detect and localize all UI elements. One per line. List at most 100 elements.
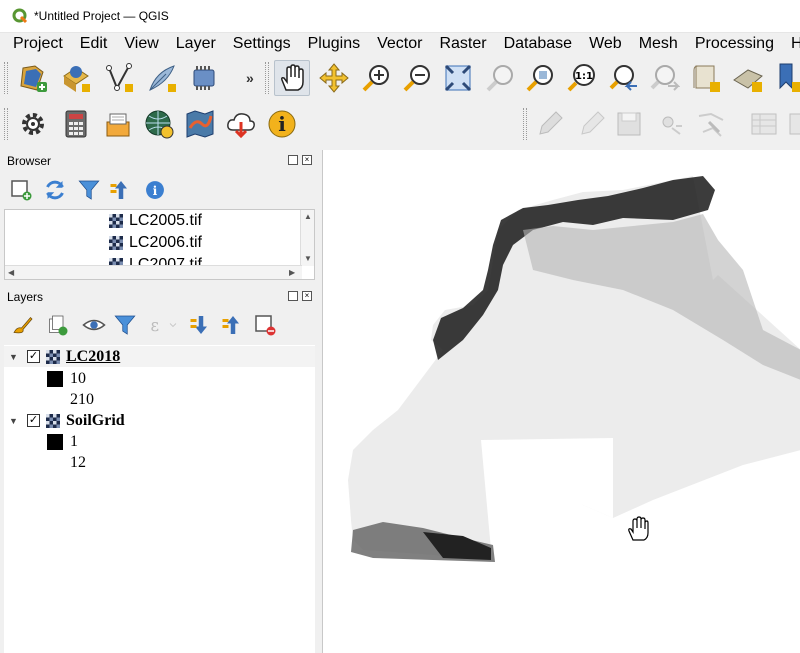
browser-vertical-scrollbar[interactable]: ▲ ▼	[300, 210, 314, 266]
map-plugin-button[interactable]	[182, 106, 218, 142]
scroll-left-icon[interactable]: ◀	[8, 268, 14, 277]
chevron-down-icon[interactable]: ▼	[9, 416, 19, 426]
pan-tool-button[interactable]	[274, 60, 310, 96]
layers-toolbar: ε	[0, 308, 320, 344]
download-plugin-button[interactable]	[223, 106, 259, 142]
filter-legend-button[interactable]	[110, 310, 140, 340]
scroll-right-icon[interactable]: ▶	[289, 268, 295, 277]
raster-calculator-button[interactable]	[58, 106, 94, 142]
menu-raster[interactable]: Raster	[430, 34, 494, 54]
browser-item[interactable]: LC2005.tif	[109, 210, 202, 231]
stack-plugin-button[interactable]	[100, 106, 136, 142]
zoom-in-button[interactable]	[358, 60, 394, 96]
new-map-view-button[interactable]	[688, 60, 724, 96]
layer-name[interactable]: SoilGrid	[66, 412, 125, 430]
browser-item-label: LC2006.tif	[129, 233, 202, 251]
layer-row[interactable]: ▼ ✓ LC2018	[4, 346, 315, 367]
zoom-out-button[interactable]	[399, 60, 435, 96]
add-layer-icon	[63, 66, 90, 92]
map-canvas[interactable]	[322, 150, 800, 653]
manage-visibility-button[interactable]	[76, 310, 112, 340]
toolbar-handle[interactable]	[4, 62, 8, 94]
add-feature-button[interactable]	[652, 106, 688, 142]
scroll-up-icon[interactable]: ▲	[304, 212, 312, 221]
extra-tool-button[interactable]	[786, 106, 800, 142]
new-project-button[interactable]	[15, 60, 51, 96]
attribute-table-button[interactable]	[746, 106, 782, 142]
zoom-native-button[interactable]: 1:1	[563, 60, 599, 96]
collapse-all-layers-button[interactable]	[218, 310, 248, 340]
menu-web[interactable]: Web	[580, 34, 630, 54]
remove-layer-button[interactable]	[250, 310, 280, 340]
processing-settings-button[interactable]	[15, 106, 51, 142]
save-edits-button[interactable]	[611, 106, 647, 142]
float-panel-icon[interactable]	[288, 291, 298, 301]
zoom-next-button[interactable]	[646, 60, 682, 96]
zoom-native-icon: 1:1	[567, 64, 595, 92]
float-panel-icon[interactable]	[288, 155, 298, 165]
browser-item[interactable]: LC2006.tif	[109, 232, 202, 253]
qgis-logo-icon	[12, 8, 28, 24]
pan-to-selection-button[interactable]	[316, 60, 352, 96]
eye-icon	[82, 319, 106, 331]
zoom-last-button[interactable]	[605, 60, 641, 96]
menu-project[interactable]: Project	[4, 34, 71, 54]
filter-browser-button[interactable]	[74, 175, 104, 205]
collapse-all-button[interactable]	[106, 175, 136, 205]
stack-icon	[106, 113, 130, 137]
bookmark-button[interactable]	[772, 60, 800, 96]
style-manager-button[interactable]	[8, 310, 38, 340]
filter-icon	[78, 180, 100, 200]
layer-row[interactable]: ▼ ✓ SoilGrid	[4, 410, 315, 431]
edit-button[interactable]	[574, 106, 610, 142]
identify-button[interactable]: i	[264, 106, 300, 142]
menu-database[interactable]: Database	[495, 34, 581, 54]
menu-mesh[interactable]: Mesh	[630, 34, 686, 54]
close-panel-icon[interactable]: ×	[302, 291, 312, 301]
menu-plugins[interactable]: Plugins	[299, 34, 368, 54]
expand-all-button[interactable]	[186, 310, 216, 340]
globe-plugin-button[interactable]	[141, 106, 177, 142]
layer-name[interactable]: LC2018	[66, 348, 120, 366]
new-3d-view-icon	[733, 69, 763, 92]
gps-button[interactable]	[186, 60, 222, 96]
toolbar-handle[interactable]	[523, 108, 527, 140]
menu-vector[interactable]: Vector	[368, 34, 430, 54]
menu-settings[interactable]: Settings	[224, 34, 299, 54]
toolbar-overflow-chevron[interactable]: »	[246, 70, 254, 86]
chevron-down-icon[interactable]: ▼	[9, 352, 19, 362]
zoom-next-icon	[650, 65, 680, 91]
add-group-button[interactable]	[42, 310, 72, 340]
legend-label: 10	[70, 369, 86, 387]
toolbar-handle[interactable]	[265, 62, 269, 94]
add-layer-button[interactable]	[58, 60, 94, 96]
menu-edit[interactable]: Edit	[71, 34, 116, 54]
remove-layer-icon	[255, 315, 276, 336]
zoom-to-selection-button[interactable]	[482, 60, 518, 96]
properties-button[interactable]: i	[140, 175, 170, 205]
menu-layer[interactable]: Layer	[167, 34, 224, 54]
menu-help[interactable]: Help	[782, 34, 800, 54]
feather-button[interactable]	[144, 60, 180, 96]
layer-visibility-checkbox[interactable]: ✓	[27, 350, 40, 363]
zoom-full-button[interactable]	[440, 60, 476, 96]
filter-expression-button[interactable]: ε	[144, 310, 184, 340]
new-3d-view-button[interactable]	[730, 60, 766, 96]
node-tool-button[interactable]	[693, 106, 729, 142]
menu-processing[interactable]: Processing	[686, 34, 782, 54]
svg-text:ε: ε	[151, 316, 160, 335]
refresh-button[interactable]	[40, 175, 70, 205]
scroll-down-icon[interactable]: ▼	[304, 254, 312, 263]
browser-tree[interactable]: LC2005.tif LC2006.tif LC2007.tif ▲ ▼ ◀ ▶	[4, 209, 315, 280]
digitize-button[interactable]	[101, 60, 137, 96]
add-selected-layers-button[interactable]	[6, 175, 36, 205]
toolbar-handle[interactable]	[4, 108, 8, 140]
settings-gear-icon	[22, 113, 44, 135]
zoom-to-layer-button[interactable]	[522, 60, 558, 96]
toggle-edit-button[interactable]	[532, 106, 568, 142]
layer-visibility-checkbox[interactable]: ✓	[27, 414, 40, 427]
close-panel-icon[interactable]: ×	[302, 155, 312, 165]
browser-horizontal-scrollbar[interactable]: ◀ ▶	[5, 265, 302, 279]
menu-view[interactable]: View	[115, 34, 166, 54]
layers-tree[interactable]: ▼ ✓ LC2018 10 210 ▼ ✓ SoilGrid 1 12	[4, 345, 315, 653]
